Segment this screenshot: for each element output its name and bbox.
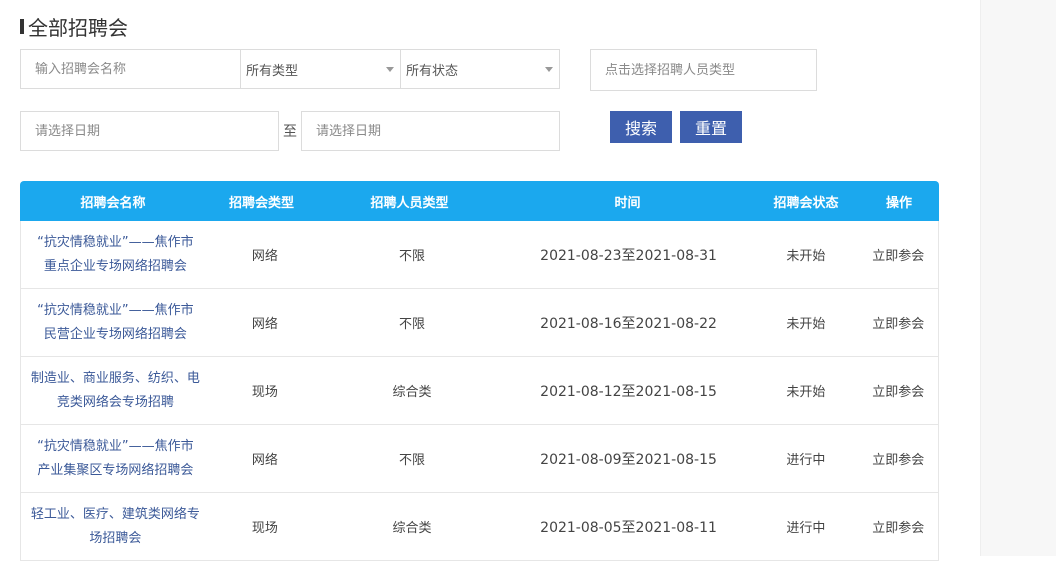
status-cell: 进行中 bbox=[786, 521, 826, 536]
start-date-input[interactable] bbox=[21, 123, 278, 139]
fair-name-link[interactable]: “抗灾情稳就业”——焦作市 产业集聚区专场网络招聘会 bbox=[21, 425, 210, 492]
join-fair-link[interactable]: 立即参会 bbox=[859, 493, 938, 560]
personnel-type-cell: 不限 bbox=[398, 453, 425, 468]
header-time: 时间 bbox=[614, 195, 641, 211]
right-side-panel bbox=[980, 0, 1056, 556]
header-personnel-type: 招聘人员类型 bbox=[370, 195, 449, 211]
personnel-type-cell: 不限 bbox=[398, 317, 425, 332]
personnel-type-field[interactable] bbox=[590, 49, 817, 91]
header-fair-type: 招聘会类型 bbox=[228, 195, 294, 211]
job-fair-table: 招聘会名称 招聘会类型 招聘人员类型 时间 招聘会状态 操作 “抗灾情稳就业”—… bbox=[20, 181, 939, 561]
fair-name-link[interactable]: 轻工业、医疗、建筑类网络专 场招聘会 bbox=[21, 493, 210, 560]
fair-name-input[interactable] bbox=[21, 61, 240, 77]
table-row: “抗灾情稳就业”——焦作市 产业集聚区专场网络招聘会 网络 不限 2021-08-… bbox=[20, 425, 939, 493]
table-row: “抗灾情稳就业”——焦作市 重点企业专场网络招聘会 网络 不限 2021-08-2… bbox=[20, 221, 939, 289]
join-fair-link[interactable]: 立即参会 bbox=[859, 289, 938, 356]
join-fair-link[interactable]: 立即参会 bbox=[859, 425, 938, 492]
end-date-field[interactable] bbox=[301, 111, 560, 151]
page-title-text: 全部招聘会 bbox=[28, 16, 128, 40]
fair-name-field[interactable] bbox=[20, 49, 241, 89]
chevron-down-icon bbox=[545, 66, 553, 72]
status-cell: 进行中 bbox=[786, 453, 826, 468]
time-cell: 2021-08-16至2021-08-22 bbox=[540, 315, 717, 332]
table-row: 轻工业、医疗、建筑类网络专 场招聘会 现场 综合类 2021-08-05至2021… bbox=[20, 493, 939, 561]
end-date-input[interactable] bbox=[302, 123, 559, 139]
personnel-type-cell: 综合类 bbox=[392, 385, 432, 400]
start-date-field[interactable] bbox=[20, 111, 279, 151]
fair-type-cell: 网络 bbox=[251, 249, 278, 264]
type-select[interactable]: 所有类型 bbox=[240, 49, 401, 89]
fair-name-link[interactable]: 制造业、商业服务、纺织、电 竞类网络会专场招聘 bbox=[21, 357, 210, 424]
fair-name-link[interactable]: “抗灾情稳就业”——焦作市 民营企业专场网络招聘会 bbox=[21, 289, 210, 356]
personnel-type-cell: 不限 bbox=[398, 249, 425, 264]
status-cell: 未开始 bbox=[786, 249, 826, 264]
status-select[interactable]: 所有状态 bbox=[400, 49, 560, 89]
time-cell: 2021-08-23至2021-08-31 bbox=[540, 247, 717, 264]
time-cell: 2021-08-05至2021-08-11 bbox=[540, 519, 717, 536]
time-cell: 2021-08-09至2021-08-15 bbox=[540, 451, 717, 468]
title-bar-mark bbox=[20, 19, 24, 34]
header-fair-name: 招聘会名称 bbox=[80, 195, 146, 211]
fair-name-link[interactable]: “抗灾情稳就业”——焦作市 重点企业专场网络招聘会 bbox=[21, 221, 210, 288]
join-fair-link[interactable]: 立即参会 bbox=[859, 221, 938, 288]
header-status: 招聘会状态 bbox=[773, 195, 839, 211]
time-cell: 2021-08-12至2021-08-15 bbox=[540, 383, 717, 400]
personnel-type-input[interactable] bbox=[591, 62, 816, 78]
chevron-down-icon bbox=[386, 66, 394, 72]
table-header: 招聘会名称 招聘会类型 招聘人员类型 时间 招聘会状态 操作 bbox=[20, 181, 939, 221]
status-select-value: 所有状态 bbox=[406, 63, 459, 79]
table-row: 制造业、商业服务、纺织、电 竞类网络会专场招聘 现场 综合类 2021-08-12… bbox=[20, 357, 939, 425]
status-cell: 未开始 bbox=[786, 385, 826, 400]
date-range-separator: 至 bbox=[283, 124, 297, 140]
fair-type-cell: 网络 bbox=[251, 317, 278, 332]
search-button[interactable]: 搜索 bbox=[610, 111, 672, 143]
header-action: 操作 bbox=[885, 195, 912, 211]
fair-type-cell: 网络 bbox=[251, 453, 278, 468]
type-select-value: 所有类型 bbox=[246, 63, 299, 79]
fair-type-cell: 现场 bbox=[251, 385, 278, 400]
table-row: “抗灾情稳就业”——焦作市 民营企业专场网络招聘会 网络 不限 2021-08-1… bbox=[20, 289, 939, 357]
page-title: 全部招聘会 bbox=[20, 12, 128, 41]
fair-type-cell: 现场 bbox=[251, 521, 278, 536]
join-fair-link[interactable]: 立即参会 bbox=[859, 357, 938, 424]
reset-button[interactable]: 重置 bbox=[680, 111, 742, 143]
personnel-type-cell: 综合类 bbox=[392, 521, 432, 536]
status-cell: 未开始 bbox=[786, 317, 826, 332]
